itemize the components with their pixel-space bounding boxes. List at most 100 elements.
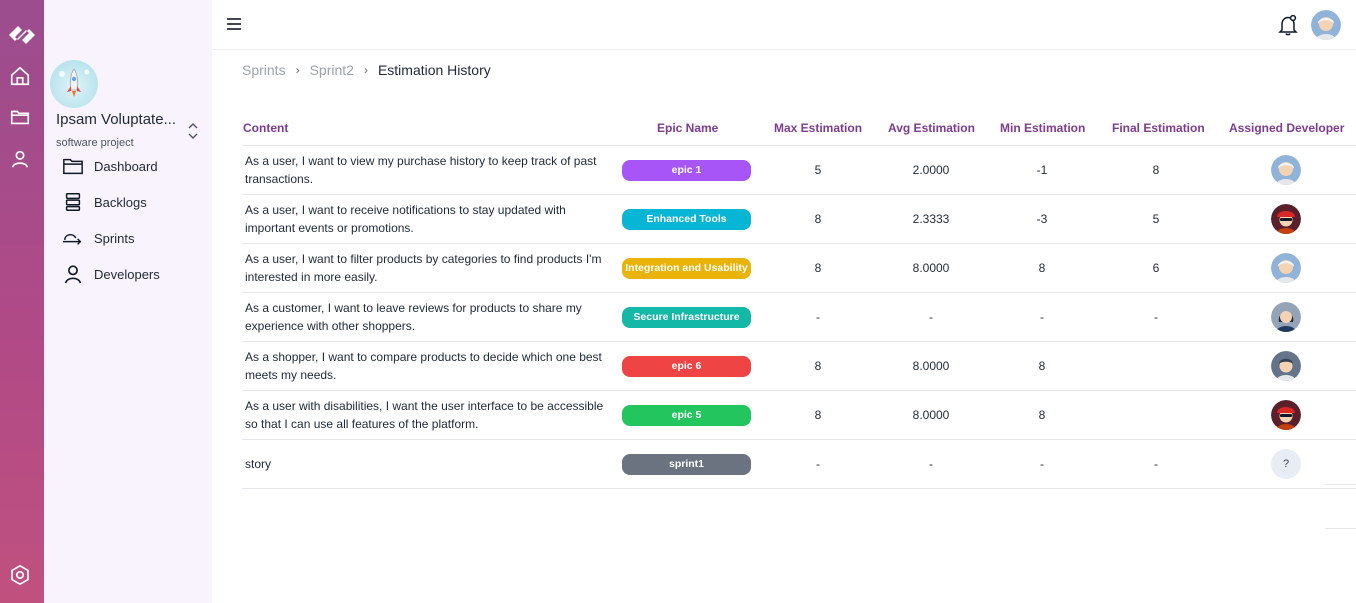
min-estimation: 8: [1038, 261, 1046, 275]
topbar: [212, 0, 1356, 50]
nav-item-sprints[interactable]: Sprints: [62, 227, 134, 249]
chevron-right-icon: ›: [295, 63, 300, 77]
user-icon[interactable]: [9, 148, 31, 170]
story-content: As a user, I want to receive notificatio…: [245, 203, 566, 235]
dark-hair-avatar-icon: [1271, 302, 1301, 332]
folder-icon: [63, 158, 83, 175]
final-estimation: -: [1154, 457, 1158, 471]
table-row[interactable]: As a user, I want to view my purchase hi…: [242, 146, 1356, 195]
developer-avatar[interactable]: [1271, 400, 1301, 430]
settings-icon[interactable]: [9, 564, 31, 586]
user-icon: [64, 265, 82, 284]
white-hair-avatar-icon: [1271, 155, 1301, 185]
table-row[interactable]: As a user, I want to filter products by …: [242, 244, 1356, 293]
chevron-right-icon: ›: [363, 63, 368, 77]
max-estimation: 5: [814, 163, 822, 177]
developer-avatar[interactable]: [1271, 302, 1301, 332]
story-content: story: [245, 457, 272, 471]
epic-badge: epic 5: [622, 405, 751, 426]
story-content: As a user, I want to view my purchase hi…: [245, 154, 597, 186]
project-sidebar: Ipsam Voluptate... software project Dash…: [44, 0, 212, 603]
nav-item-developers[interactable]: Developers: [62, 263, 160, 285]
max-estimation: -: [816, 457, 820, 471]
breadcrumb: Sprints › Sprint2 › Estimation History: [242, 62, 491, 78]
stack-icon: [65, 193, 81, 211]
project-name: Ipsam Voluptate...: [56, 111, 177, 128]
home-icon[interactable]: [9, 65, 31, 87]
developer-avatar[interactable]: [1271, 253, 1301, 283]
app-logo-icon[interactable]: [5, 18, 39, 52]
estimation-history-table: Content Epic Name Max Estimation Avg Est…: [242, 110, 1356, 489]
column-header-min-estimation[interactable]: Min Estimation: [1000, 121, 1085, 135]
table-row[interactable]: As a user, I want to receive notificatio…: [242, 195, 1356, 244]
column-header-max-estimation[interactable]: Max Estimation: [774, 121, 862, 135]
red-hat-avatar-icon: [1271, 204, 1301, 234]
avg-estimation: 8.0000: [912, 261, 950, 275]
min-estimation: 8: [1038, 408, 1046, 422]
nav-item-label: Sprints: [94, 230, 135, 246]
story-content: As a shopper, I want to compare products…: [245, 350, 602, 382]
divider: [1325, 528, 1356, 529]
nav-item-label: Backlogs: [94, 194, 147, 210]
table-row[interactable]: As a shopper, I want to compare products…: [242, 342, 1356, 391]
epic-badge: Enhanced Tools: [622, 209, 751, 230]
table-header: Content Epic Name Max Estimation Avg Est…: [242, 110, 1356, 146]
nav-item-dashboard[interactable]: Dashboard: [62, 155, 158, 177]
min-estimation: -: [1040, 457, 1044, 471]
rocket-icon: [59, 68, 90, 97]
max-estimation: 8: [814, 408, 822, 422]
avg-estimation: -: [929, 310, 933, 324]
user-avatar[interactable]: [1311, 10, 1341, 40]
avg-estimation: 8.0000: [912, 359, 950, 373]
avg-estimation: 8.0000: [912, 408, 950, 422]
developer-avatar[interactable]: [1271, 204, 1301, 234]
epic-badge: epic 1: [622, 160, 751, 181]
breadcrumb-sprint2-link[interactable]: Sprint2: [310, 62, 354, 78]
column-header-content[interactable]: Content: [243, 121, 288, 135]
chevron-up-down-icon[interactable]: [187, 122, 199, 140]
min-estimation: -3: [1036, 212, 1048, 226]
developer-avatar[interactable]: ?: [1271, 449, 1301, 479]
project-avatar: [50, 60, 98, 108]
sprint-icon: [62, 233, 82, 245]
min-estimation: 8: [1038, 359, 1046, 373]
column-header-assigned-developer[interactable]: Assigned Developer: [1229, 121, 1344, 135]
hamburger-icon[interactable]: [226, 17, 242, 31]
nav-item-label: Dashboard: [94, 158, 158, 174]
white-hair-avatar-icon: [1311, 10, 1341, 40]
breadcrumb-sprints-link[interactable]: Sprints: [242, 62, 286, 78]
max-estimation: 8: [814, 212, 822, 226]
table-row[interactable]: As a user with disabilities, I want the …: [242, 391, 1356, 440]
epic-badge: Secure Infrastructure: [622, 307, 751, 328]
breadcrumb-current: Estimation History: [377, 62, 491, 78]
nav-item-label: Developers: [94, 266, 160, 282]
white-hair-avatar-icon: [1271, 253, 1301, 283]
table-row[interactable]: As a customer, I want to leave reviews f…: [242, 293, 1356, 342]
table-body: As a user, I want to view my purchase hi…: [242, 146, 1356, 489]
developer-avatar[interactable]: [1271, 351, 1301, 381]
min-estimation: -: [1040, 310, 1044, 324]
column-header-final-estimation[interactable]: Final Estimation: [1112, 121, 1205, 135]
epic-badge: Integration and Usability: [622, 258, 751, 279]
folder-icon[interactable]: [9, 106, 31, 128]
column-header-epic-name[interactable]: Epic Name: [657, 121, 718, 135]
gray-hair-avatar-icon: [1271, 351, 1301, 381]
bell-icon[interactable]: [1278, 14, 1298, 36]
story-content: As a user, I want to filter products by …: [245, 252, 602, 284]
max-estimation: -: [816, 310, 820, 324]
divider: [1325, 484, 1356, 485]
max-estimation: 8: [814, 359, 822, 373]
app-rail: [0, 0, 44, 603]
final-estimation: -: [1154, 310, 1158, 324]
story-content: As a user with disabilities, I want the …: [245, 399, 604, 431]
developer-avatar[interactable]: [1271, 155, 1301, 185]
final-estimation: 8: [1152, 163, 1160, 177]
epic-badge: sprint1: [622, 454, 751, 475]
column-header-avg-estimation[interactable]: Avg Estimation: [888, 121, 975, 135]
max-estimation: 8: [814, 261, 822, 275]
nav-item-backlogs[interactable]: Backlogs: [62, 191, 147, 213]
epic-badge: epic 6: [622, 356, 751, 377]
table-row[interactable]: story sprint1 - - - -?: [242, 440, 1356, 489]
avg-estimation: -: [929, 457, 933, 471]
final-estimation: 5: [1152, 212, 1160, 226]
